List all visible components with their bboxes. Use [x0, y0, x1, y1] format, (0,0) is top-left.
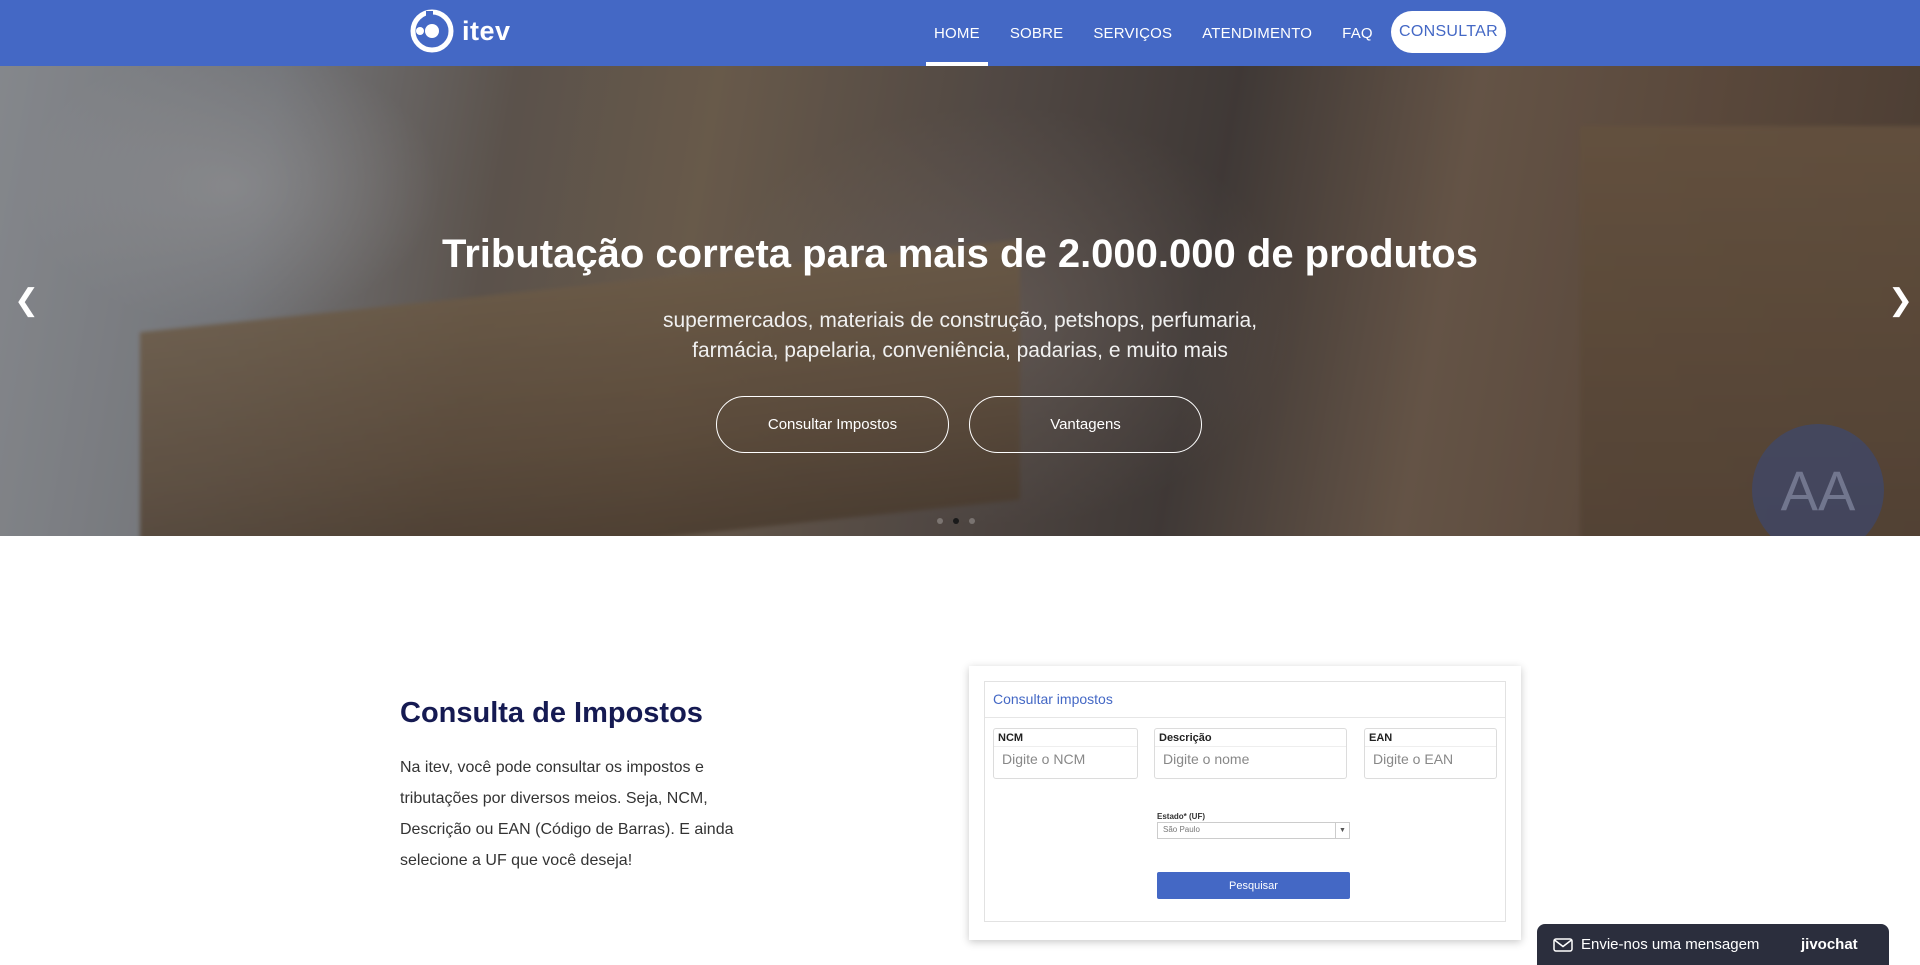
caret-down-icon: ▼: [1335, 823, 1349, 838]
uf-select: São Paulo ▼: [1157, 822, 1350, 839]
ean-field: EAN Digite o EAN: [1364, 728, 1497, 779]
descricao-label: Descrição: [1155, 729, 1346, 747]
chevron-right-icon[interactable]: ❯: [1888, 286, 1913, 316]
pesquisar-button: Pesquisar: [1157, 872, 1350, 899]
nav-item-atendimento[interactable]: ATENDIMENTO: [1194, 0, 1320, 66]
ncm-field: NCM Digite o NCM: [993, 728, 1138, 779]
main-nav: HOME SOBRE SERVIÇOS ATENDIMENTO FAQ: [926, 0, 1395, 66]
form-screenshot: Consultar impostos NCM Digite o NCM Desc…: [969, 666, 1521, 940]
hero-carousel: AA Tributação correta para mais de 2.000…: [0, 66, 1920, 536]
uf-select-value: São Paulo: [1163, 825, 1200, 834]
nav-item-sobre[interactable]: SOBRE: [1002, 0, 1072, 66]
ean-label: EAN: [1365, 729, 1496, 747]
itev-logo-icon: [410, 9, 454, 53]
form-panel: Consultar impostos NCM Digite o NCM Desc…: [984, 681, 1506, 922]
chat-widget[interactable]: Envie-nos uma mensagem jivochat: [1537, 924, 1889, 965]
hero-buttons: Consultar Impostos Vantagens: [716, 396, 1202, 453]
consulta-title: Consulta de Impostos: [400, 697, 703, 729]
nav-item-faq[interactable]: FAQ: [1334, 0, 1381, 66]
hero-subtitle-line-1: supermercados, materiais de construção, …: [662, 309, 1258, 332]
brand-name: itev: [462, 15, 511, 46]
consulta-description: Na itev, você pode consultar os impostos…: [400, 759, 734, 869]
nav-item-home[interactable]: HOME: [926, 0, 988, 66]
nav-item-servicos[interactable]: SERVIÇOS: [1085, 0, 1180, 66]
navbar: itev HOME SOBRE SERVIÇOS ATENDIMENTO FAQ…: [0, 0, 1920, 66]
hero-overlay: [0, 66, 1920, 536]
carousel-dot-3[interactable]: [969, 518, 975, 524]
consultar-impostos-button[interactable]: Consultar Impostos: [716, 396, 949, 453]
hero-subtitle: supermercados, materiais de construção, …: [0, 306, 1920, 366]
hero-subtitle-line-2: farmácia, papelaria, conveniência, padar…: [692, 339, 1228, 362]
chat-label: Envie-nos uma mensagem: [1581, 936, 1760, 953]
form-heading: Consultar impostos: [985, 682, 1505, 718]
descricao-input: Digite o nome: [1163, 751, 1250, 767]
ncm-input: Digite o NCM: [1002, 751, 1086, 767]
envelope-icon: [1553, 937, 1573, 952]
ean-input: Digite o EAN: [1373, 751, 1454, 767]
carousel-dot-2[interactable]: [953, 518, 959, 524]
descricao-field: Descrição Digite o nome: [1154, 728, 1347, 779]
vantagens-button[interactable]: Vantagens: [969, 396, 1202, 453]
ncm-label: NCM: [994, 729, 1137, 747]
chevron-left-icon[interactable]: ❮: [14, 286, 39, 316]
jivochat-logo: jivochat: [1801, 936, 1858, 953]
uf-label: Estado* (UF): [1157, 812, 1205, 821]
brand-logo[interactable]: itev: [410, 8, 511, 54]
hero-title: Tributação correta para mais de 2.000.00…: [442, 232, 1478, 276]
consultar-button[interactable]: CONSULTAR: [1391, 11, 1506, 53]
carousel-dot-1[interactable]: [937, 518, 943, 524]
carousel-indicators: [937, 518, 975, 524]
